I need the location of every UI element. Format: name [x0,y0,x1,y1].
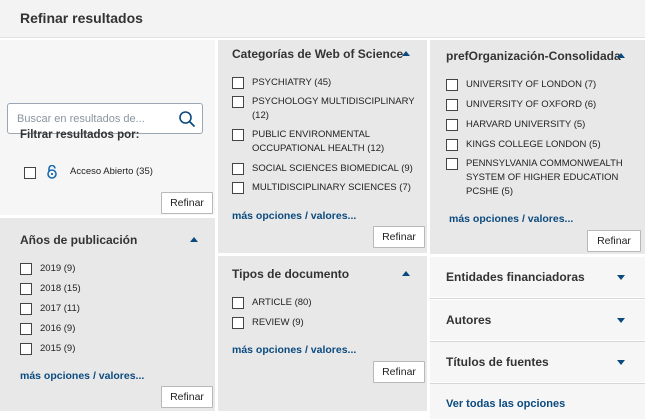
year-checkbox[interactable] [20,323,32,335]
collapse-icon[interactable] [402,51,410,56]
open-access-checkbox[interactable] [24,166,36,179]
years-title: Años de publicación [20,233,138,247]
doc-type-checkbox[interactable] [232,297,244,309]
organization-label: PENNSYLVANIA COMMONWEALTH SYSTEM OF HIGH… [466,158,623,197]
doc-type-label: REVIEW (9) [252,317,304,328]
year-checkbox[interactable] [20,263,32,275]
doc-types-title: Tipos de documento [232,267,350,281]
category-checkbox[interactable] [232,96,244,108]
more-options-link[interactable]: más opciones / valores... [449,213,573,225]
refine-button[interactable]: Refinar [587,230,641,252]
category-checkbox[interactable] [232,182,244,194]
open-lock-icon [47,165,57,179]
organization-checkbox[interactable] [446,79,458,91]
filter-title: Filtrar resultados por: [20,129,140,141]
year-label: 2019 (9) [40,263,76,274]
years-panel: Años de publicación 2019 (9) 2018 (15) 2… [0,218,215,411]
organization-label: KINGS COLLEGE LONDON (5) [466,139,601,150]
collapse-icon[interactable] [617,53,625,58]
doc-type-option[interactable]: ARTICLE (80) [232,296,311,310]
search-icon[interactable] [178,110,196,128]
organization-option[interactable]: UNIVERSITY OF OXFORD (6) [446,98,636,112]
categories-panel: Categorías de Web of Science PSYCHIATRY … [218,40,427,253]
category-option[interactable]: PSYCHOLOGY MULTIDISCIPLINARY (12) [232,95,422,123]
sources-section[interactable]: Títulos de fuentes [430,342,645,382]
organization-label: UNIVERSITY OF OXFORD (6) [466,99,597,110]
year-label: 2016 (9) [40,323,76,334]
divider [430,298,645,299]
chevron-down-icon[interactable] [617,318,625,323]
organization-option[interactable]: PENNSYLVANIA COMMONWEALTH SYSTEM OF HIGH… [446,157,632,199]
category-label: PSYCHOLOGY MULTIDISCIPLINARY (12) [252,96,415,121]
organization-checkbox[interactable] [446,99,458,111]
category-checkbox[interactable] [232,129,244,141]
year-option[interactable]: 2015 (9) [20,342,75,356]
doc-type-label: ARTICLE (80) [252,297,312,308]
funding-title: Entidades financiadoras [446,270,585,284]
organization-checkbox[interactable] [446,119,458,131]
organizations-panel: prefOrganización-Consolidada UNIVERSITY … [430,40,645,254]
refine-button[interactable]: Refinar [161,192,213,214]
filter-panel: Buscar en resultados de... Filtrar resul… [0,40,215,215]
collapse-icon[interactable] [402,271,410,276]
refine-button[interactable]: Refinar [373,226,425,248]
doc-type-option[interactable]: REVIEW (9) [232,316,304,330]
more-options-link[interactable]: más opciones / valores... [232,344,356,356]
open-access-option[interactable]: Acceso Abierto (35) [24,165,153,179]
chevron-down-icon[interactable] [617,360,625,365]
category-checkbox[interactable] [232,77,244,89]
category-label: PSYCHIATRY (45) [252,77,332,88]
year-checkbox[interactable] [20,343,32,355]
year-option[interactable]: 2018 (15) [20,282,81,296]
category-label: MULTIDISCIPLINARY SCIENCES (7) [252,182,411,193]
organization-option[interactable]: HARVARD UNIVERSITY (5) [446,118,636,132]
category-label: PUBLIC ENVIRONMENTAL OCCUPATIONAL HEALTH… [252,129,385,154]
page-title: Refinar resultados [20,10,143,26]
refine-button[interactable]: Refinar [161,386,213,408]
year-checkbox[interactable] [20,283,32,295]
organization-checkbox[interactable] [446,158,458,170]
organization-label: HARVARD UNIVERSITY (5) [466,119,586,130]
year-option[interactable]: 2016 (9) [20,322,75,336]
search-placeholder: Buscar en resultados de... [17,113,145,125]
organizations-title: prefOrganización-Consolidada [446,49,621,63]
category-option[interactable]: PSYCHIATRY (45) [232,76,422,90]
view-all-options-link[interactable]: Ver todas las opciones [446,398,565,410]
authors-title: Autores [446,313,492,327]
year-option[interactable]: 2017 (11) [20,302,80,316]
organization-option[interactable]: KINGS COLLEGE LONDON (5) [446,138,636,152]
year-checkbox[interactable] [20,303,32,315]
organization-label: UNIVERSITY OF LONDON (7) [466,79,597,90]
organization-option[interactable]: UNIVERSITY OF LONDON (7) [446,78,636,92]
year-option[interactable]: 2019 (9) [20,262,75,276]
doc-types-panel: Tipos de documento ARTICLE (80) REVIEW (… [218,256,427,411]
organization-checkbox[interactable] [446,139,458,151]
year-label: 2017 (11) [40,303,80,314]
year-label: 2018 (15) [40,283,81,294]
collapse-icon[interactable] [190,237,198,242]
category-label: SOCIAL SCIENCES BIOMEDICAL (9) [252,163,413,174]
sources-title: Títulos de fuentes [446,355,549,369]
category-option[interactable]: MULTIDISCIPLINARY SCIENCES (7) [232,181,422,195]
year-label: 2015 (9) [40,343,76,354]
chevron-down-icon[interactable] [617,275,625,280]
doc-type-checkbox[interactable] [232,317,244,329]
more-options-link[interactable]: más opciones / valores... [232,210,356,222]
category-option[interactable]: PUBLIC ENVIRONMENTAL OCCUPATIONAL HEALTH… [232,128,402,156]
view-all-section: Ver todas las opciones [430,384,645,419]
more-options-link[interactable]: más opciones / valores... [20,370,144,382]
category-checkbox[interactable] [232,163,244,175]
category-option[interactable]: SOCIAL SCIENCES BIOMEDICAL (9) [232,162,422,176]
refine-results-header: Refinar resultados [0,0,645,38]
funding-section[interactable]: Entidades financiadoras [430,257,645,297]
categories-title: Categorías de Web of Science [232,47,404,61]
refine-button[interactable]: Refinar [373,361,425,383]
authors-section[interactable]: Autores [430,300,645,340]
open-access-label: Acceso Abierto (35) [70,166,153,177]
